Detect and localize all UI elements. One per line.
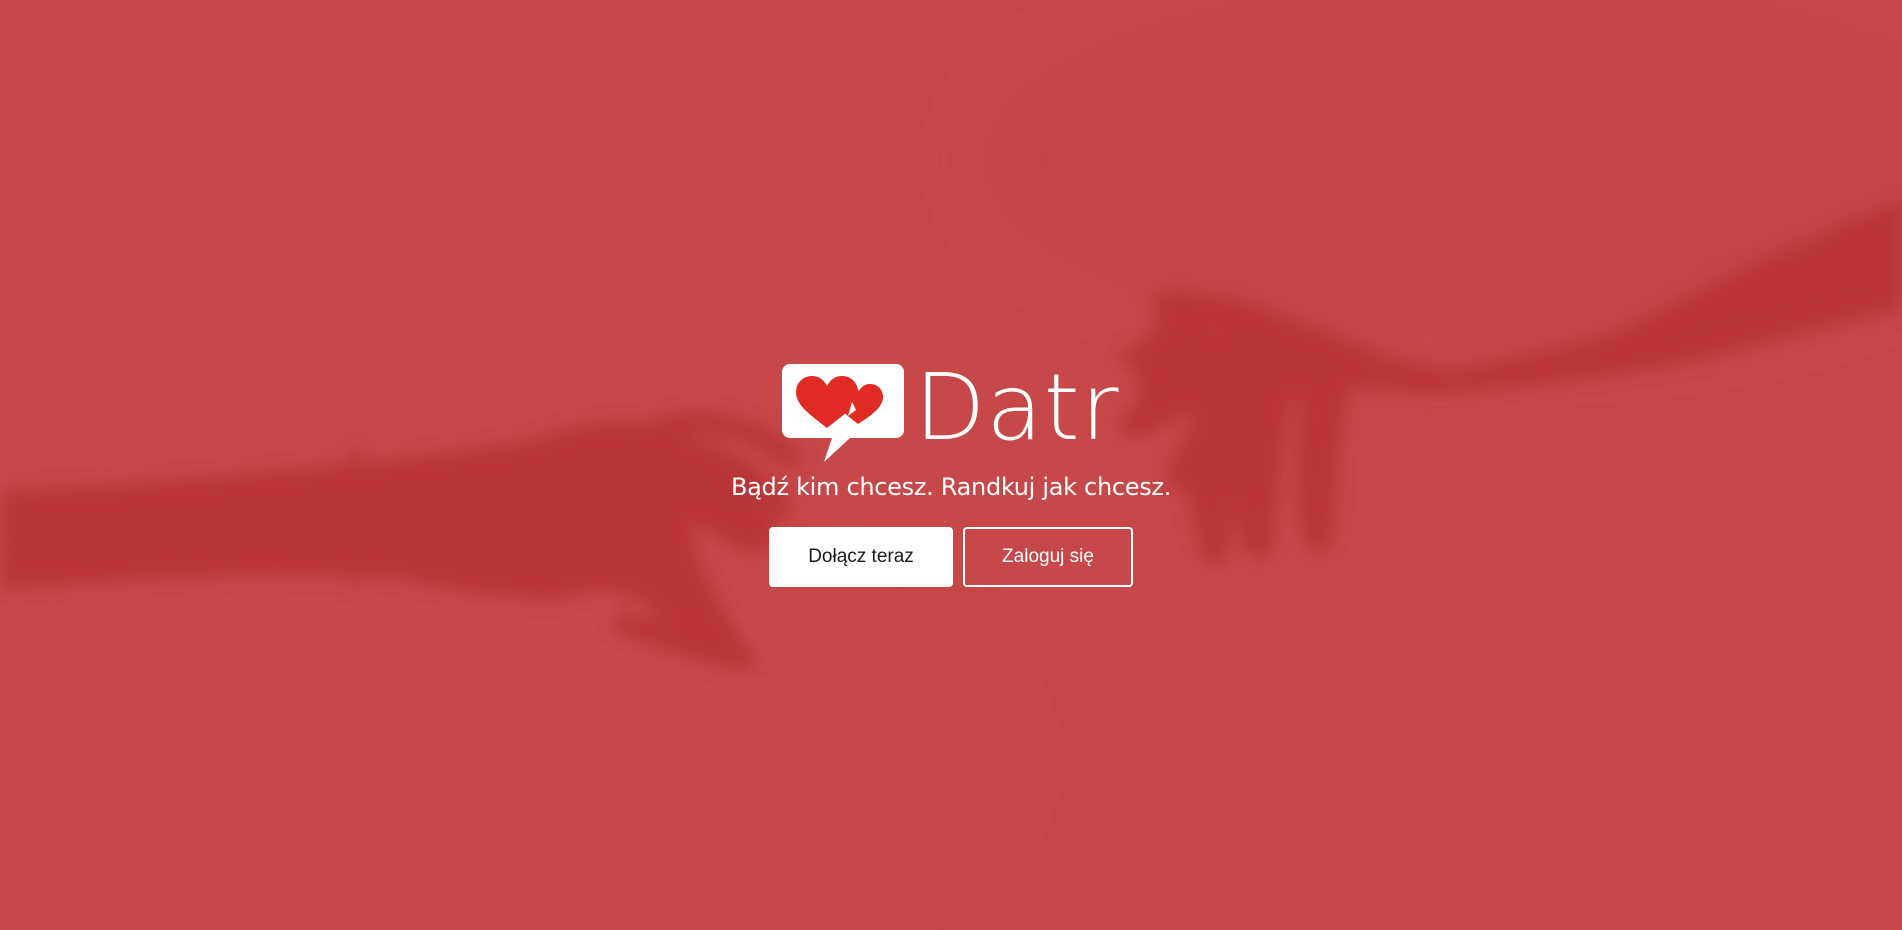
hero-content: Datr Bądź kim chcesz. Randkuj jak chcesz… <box>0 360 1902 587</box>
tagline: Bądź kim chcesz. Randkuj jak chcesz. <box>730 473 1172 501</box>
login-button[interactable]: Zaloguj się <box>963 527 1133 587</box>
join-now-button[interactable]: Dołącz teraz <box>769 527 953 587</box>
cta-buttons: Dołącz teraz Zaloguj się <box>769 527 1133 587</box>
brand-logo[interactable]: Datr <box>782 360 1119 462</box>
heart-speech-bubble-icon <box>782 364 905 462</box>
brand-name: Datr <box>914 354 1120 461</box>
